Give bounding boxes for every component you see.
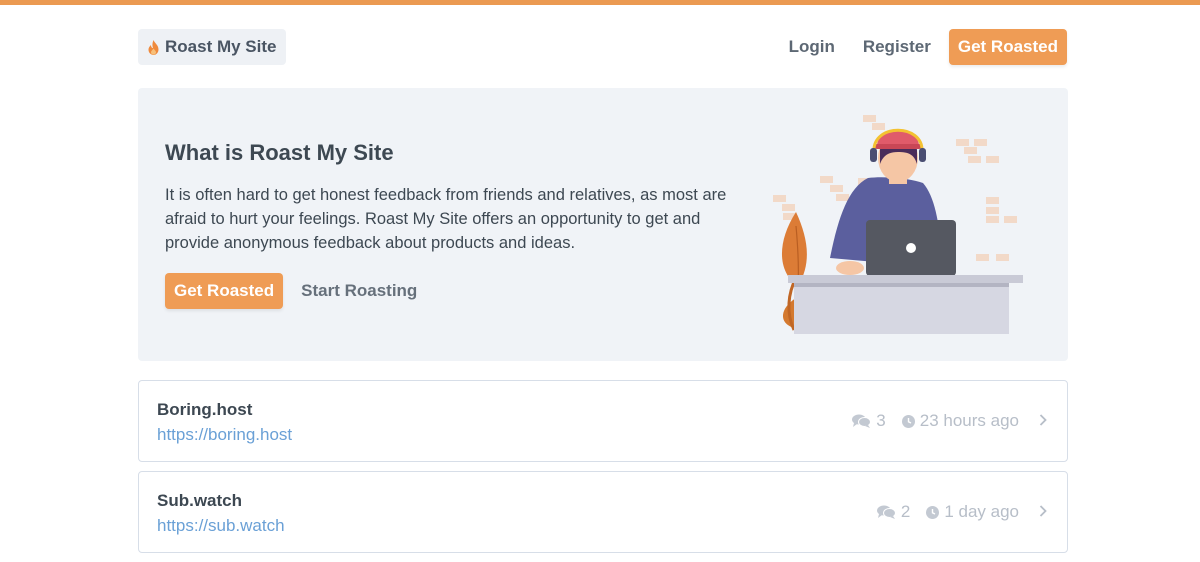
start-roasting-link[interactable]: Start Roasting <box>301 281 417 301</box>
register-link[interactable]: Register <box>863 29 931 65</box>
posted-time-value: 23 hours ago <box>919 411 1019 430</box>
hero-description: It is often hard to get honest feedback … <box>165 186 727 252</box>
main-nav: Login Register Get Roasted <box>789 29 1067 65</box>
clock-icon <box>901 414 920 428</box>
posted-time: 23 hours ago <box>901 411 1019 431</box>
list-item[interactable]: Boring.host https://boring.host 3 23 hou… <box>138 380 1068 462</box>
comment-count: 2 <box>876 502 911 522</box>
site-url-link[interactable]: https://sub.watch <box>157 516 285 536</box>
chevron-right-icon <box>1039 411 1047 431</box>
comment-count-value: 3 <box>876 411 886 430</box>
posted-time-value: 1 day ago <box>944 502 1019 521</box>
posted-time: 1 day ago <box>926 502 1019 522</box>
person-at-laptop-illustration <box>773 115 1023 334</box>
get-roasted-hero-button[interactable]: Get Roasted <box>165 273 284 309</box>
get-roasted-nav-button[interactable]: Get Roasted <box>948 29 1067 65</box>
comment-count: 3 <box>852 411 886 431</box>
comments-icon <box>852 414 876 428</box>
chevron-right-icon <box>1039 502 1047 522</box>
site-name: Boring.host <box>157 400 253 419</box>
site-meta: 3 23 hours ago <box>852 411 1047 431</box>
logo-link[interactable]: Roast My Site <box>138 29 287 65</box>
top-accent-bar <box>0 0 1200 5</box>
clock-icon <box>926 505 944 519</box>
site-url-link[interactable]: https://boring.host <box>157 425 292 445</box>
hero-title: What is Roast My Site <box>165 140 394 165</box>
comments-icon <box>876 505 901 519</box>
list-item[interactable]: Sub.watch https://sub.watch 2 1 day ago <box>138 471 1068 553</box>
hero-panel: What is Roast My Site It is often hard t… <box>138 88 1068 361</box>
comment-count-value: 2 <box>900 502 911 521</box>
site-meta: 2 1 day ago <box>876 502 1047 522</box>
logo-text: Roast My Site <box>165 37 277 56</box>
flame-icon <box>148 39 159 55</box>
site-name: Sub.watch <box>157 491 243 510</box>
hero-actions: Get Roasted Start Roasting <box>165 273 417 309</box>
login-link[interactable]: Login <box>789 29 835 65</box>
